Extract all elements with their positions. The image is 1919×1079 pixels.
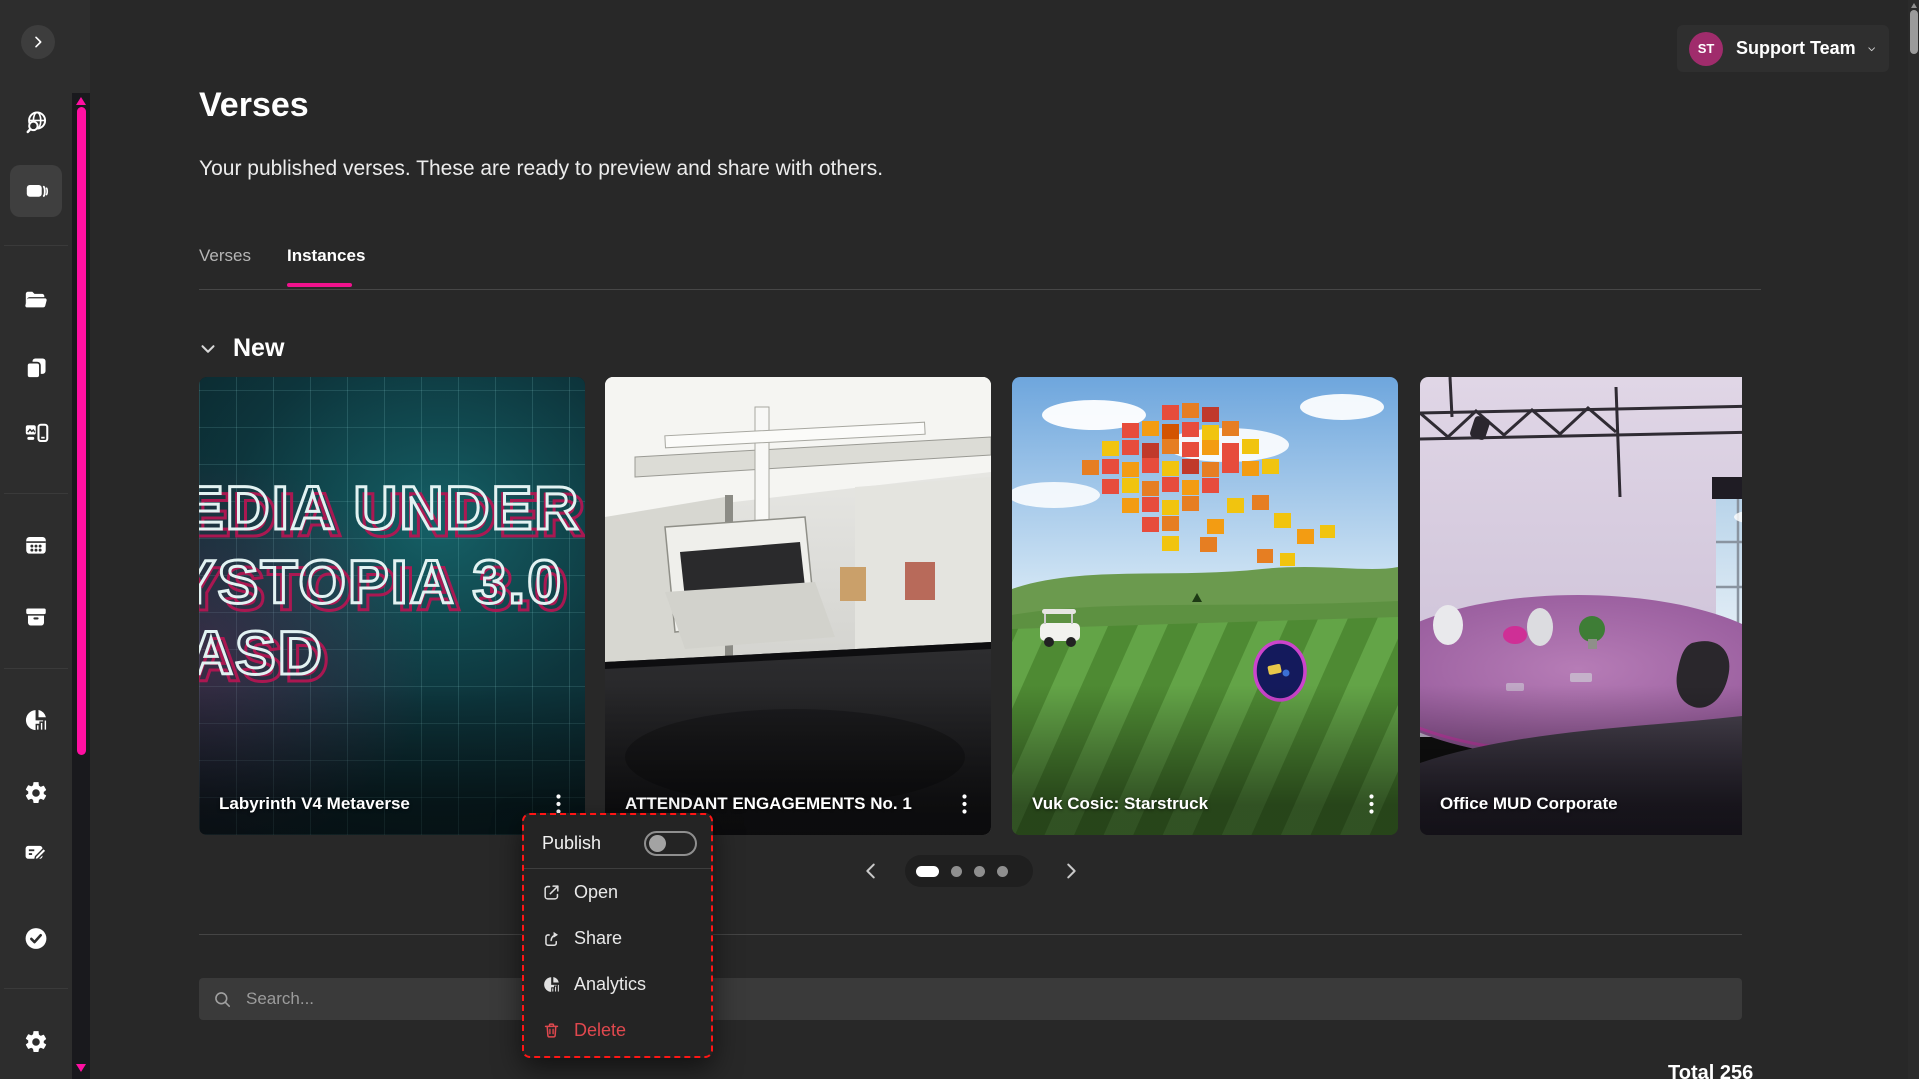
thumbnail-art-text: ASD [199, 618, 324, 688]
sidebar-divider [4, 245, 68, 246]
card-menu-kebab-icon[interactable] [1358, 791, 1384, 817]
search-icon [213, 990, 232, 1009]
carousel-next-button[interactable] [1058, 858, 1084, 884]
sidebar-item-analytics[interactable] [23, 707, 49, 733]
chevron-left-icon [860, 860, 882, 882]
open-external-icon [542, 883, 561, 902]
avatar: ST [1689, 32, 1723, 66]
card-title: Vuk Cosic: Starstruck [1032, 791, 1358, 817]
section-collapse-chevron-icon[interactable] [197, 338, 219, 360]
publish-toggle[interactable] [644, 831, 697, 856]
tabs-divider [199, 289, 1761, 290]
trash-icon [542, 1021, 561, 1040]
scrollbar-up-arrow-icon[interactable] [76, 97, 86, 105]
chevron-right-icon [1060, 860, 1082, 882]
analytics-pie-icon [23, 707, 49, 733]
search-input[interactable] [244, 988, 1728, 1010]
globe-search-icon [23, 109, 49, 135]
sidebar-item-explore[interactable] [23, 109, 49, 135]
sidebar [0, 0, 72, 1079]
account-name: Support Team [1736, 38, 1856, 59]
section-title: New [233, 334, 284, 363]
sidebar-item-calendar[interactable] [23, 532, 49, 558]
verse-card-starstruck[interactable]: Vuk Cosic: Starstruck [1012, 377, 1398, 835]
menu-item-label: Delete [574, 1020, 626, 1041]
carousel-dot-1[interactable] [916, 866, 939, 877]
scrollbar-thumb[interactable] [77, 107, 86, 755]
sidebar-item-signature[interactable] [23, 839, 49, 865]
tab-instances[interactable]: Instances [287, 246, 365, 266]
sidebar-expand-button[interactable] [21, 25, 55, 59]
sidebar-item-verses[interactable] [23, 178, 49, 204]
verse-card-office[interactable]: Office MUD Corporate [1420, 377, 1742, 835]
carousel-dot-2[interactable] [951, 866, 962, 877]
publish-label: Publish [542, 833, 601, 854]
sidebar-item-archive[interactable] [23, 604, 49, 630]
total-count: Total 256 [1668, 1062, 1753, 1079]
menu-item-label: Analytics [574, 974, 646, 995]
card-context-menu: Publish Open Share [522, 813, 713, 1058]
sidebar-divider [4, 493, 68, 494]
search-bar [199, 978, 1742, 1020]
check-circle-icon [23, 925, 49, 952]
analytics-pie-icon [542, 975, 561, 994]
devices-icon [23, 420, 49, 446]
toggle-knob [649, 835, 666, 852]
thumbnail-art-text: YSTOPIA 3.0 [199, 547, 563, 617]
menu-item-analytics[interactable]: Analytics [524, 961, 711, 1007]
sidebar-item-admin-settings[interactable] [23, 1029, 49, 1055]
layers-icon [23, 178, 49, 204]
sidebar-divider [4, 668, 68, 669]
page-scrollbar[interactable] [1908, 0, 1919, 1079]
gear-icon [23, 780, 49, 806]
sidebar-divider [4, 988, 68, 989]
sidebar-item-tasks[interactable] [23, 925, 49, 951]
account-menu-button[interactable]: ST Support Team [1677, 25, 1889, 72]
thumbnail-art-text: EDIA UNDER [199, 473, 580, 543]
cards-carousel: EDIA UNDER YSTOPIA 3.0 ASD Labyrinth V4 … [199, 377, 1742, 835]
sidebar-item-settings[interactable] [23, 780, 49, 806]
calendar-icon [23, 532, 49, 558]
publish-row: Publish [524, 818, 711, 868]
scrollbar-thumb[interactable] [1910, 10, 1918, 54]
menu-item-label: Open [574, 882, 618, 903]
scrollbar-up-arrow-icon[interactable] [1911, 3, 1917, 8]
archive-icon [23, 604, 49, 630]
section-divider [199, 934, 1742, 935]
chevron-down-icon [1866, 40, 1877, 58]
chevron-right-icon [30, 34, 46, 50]
card-menu-kebab-icon[interactable] [951, 791, 977, 817]
carousel-prev-button[interactable] [858, 858, 884, 884]
share-icon [542, 929, 561, 948]
verse-card-attendant[interactable]: ATTENDANT ENGAGEMENTS No. 1 [605, 377, 991, 835]
carousel-dot-4[interactable] [997, 866, 1008, 877]
page-subtitle: Your published verses. These are ready t… [199, 157, 883, 181]
sidebar-item-devices[interactable] [23, 420, 49, 446]
card-title: Labyrinth V4 Metaverse [219, 791, 545, 817]
verse-card-labyrinth[interactable]: EDIA UNDER YSTOPIA 3.0 ASD Labyrinth V4 … [199, 377, 585, 835]
copy-icon [23, 355, 49, 381]
sidebar-item-copies[interactable] [23, 355, 49, 381]
gear-icon [23, 1029, 49, 1055]
menu-item-open[interactable]: Open [524, 869, 711, 915]
folder-icon [23, 287, 49, 313]
scrollbar-down-arrow-icon[interactable] [76, 1064, 86, 1072]
app-window: ST Support Team Verses Your published ve… [0, 0, 1919, 1079]
carousel-dots [905, 855, 1033, 887]
sidebar-scrollbar[interactable] [72, 0, 90, 1079]
card-title: Office MUD Corporate [1440, 791, 1742, 817]
menu-item-label: Share [574, 928, 622, 949]
menu-item-delete[interactable]: Delete [524, 1007, 711, 1053]
tab-verses[interactable]: Verses [199, 246, 251, 266]
page-title: Verses [199, 86, 309, 125]
active-tab-underline [287, 283, 352, 287]
signature-icon [23, 839, 49, 865]
sidebar-item-files[interactable] [23, 287, 49, 313]
carousel-dot-3[interactable] [974, 866, 985, 877]
menu-item-share[interactable]: Share [524, 915, 711, 961]
